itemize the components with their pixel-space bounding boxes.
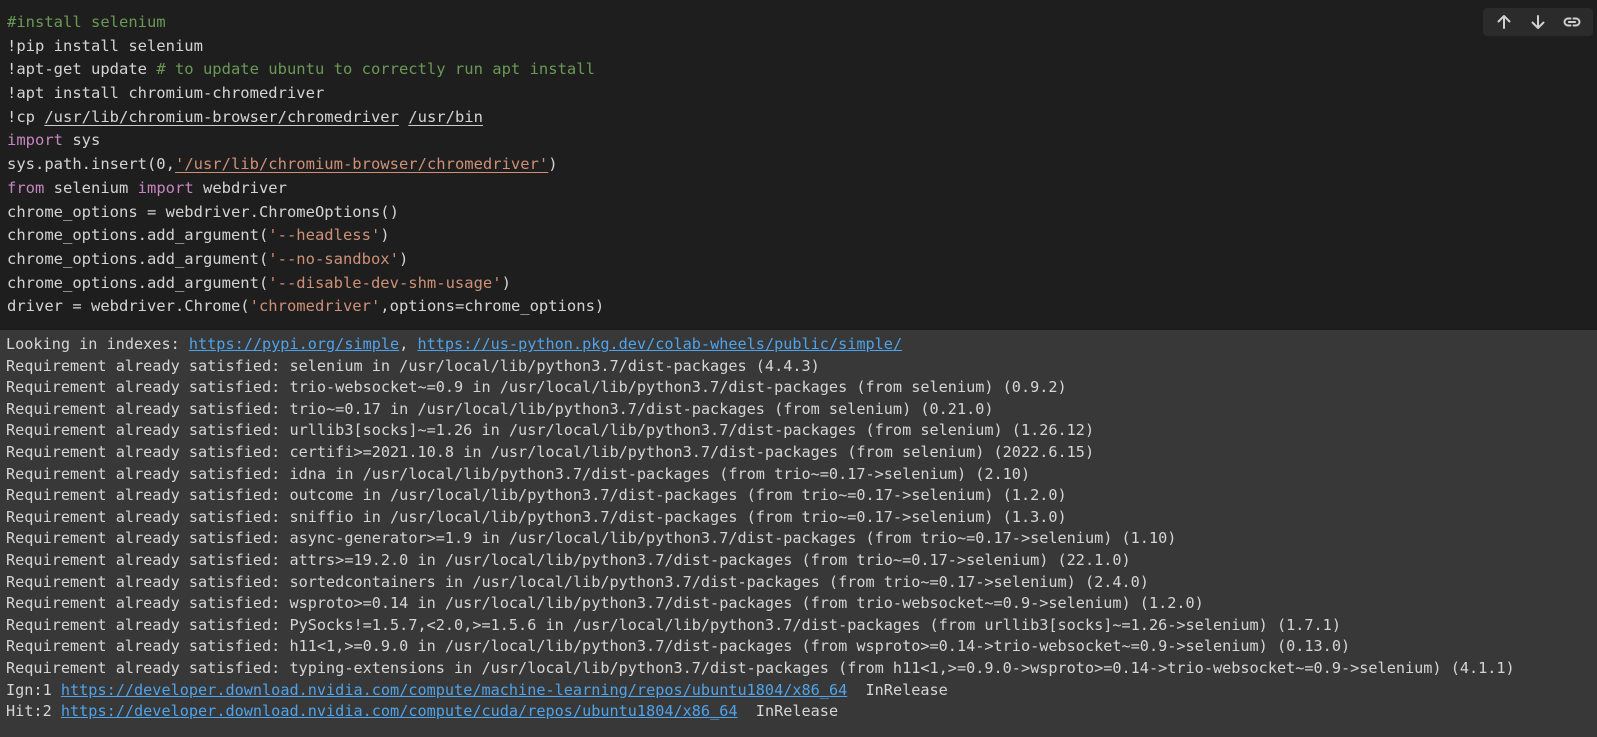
output-line: Hit:2 https://developer.download.nvidia.…	[0, 701, 1597, 723]
code-line[interactable]: !pip install selenium	[0, 35, 1597, 59]
output-line: Requirement already satisfied: sniffio i…	[0, 507, 1597, 529]
arrow-down-icon	[1531, 15, 1545, 29]
code-line[interactable]: chrome_options.add_argument('--disable-d…	[0, 272, 1597, 296]
copy-link-button[interactable]	[1555, 8, 1589, 36]
code-token-plain: !apt install chromium-chromedriver	[7, 84, 325, 103]
output-link[interactable]: https://pypi.org/simple	[189, 335, 399, 353]
output-text: InRelease	[847, 680, 948, 699]
code-line[interactable]: chrome_options.add_argument('--no-sandbo…	[0, 248, 1597, 272]
code-token-string: '--disable-dev-shm-usage'	[268, 273, 502, 292]
code-token-plain: selenium	[44, 178, 138, 197]
output-text: Requirement already satisfied: wsproto>=…	[6, 594, 1204, 613]
output-text: Requirement already satisfied: sortedcon…	[6, 572, 1149, 591]
code-token-path: /usr/lib/chromium-browser/chromedriver	[44, 107, 399, 126]
output-line: Requirement already satisfied: selenium …	[0, 356, 1597, 378]
code-editor[interactable]: #install selenium !pip install selenium !a…	[0, 11, 1597, 319]
output-text: Ign:1	[6, 680, 61, 699]
output-text: ,	[399, 335, 418, 353]
code-token-plain: sys	[63, 131, 101, 150]
output-line: Requirement already satisfied: idna in /…	[0, 464, 1597, 486]
code-line[interactable]: !apt-get update # to update ubuntu to co…	[0, 58, 1597, 82]
output-link[interactable]: https://us-python.pkg.dev/colab-wheels/p…	[417, 335, 902, 353]
output-link[interactable]: https://developer.download.nvidia.com/co…	[61, 681, 847, 699]
code-line[interactable]: driver = webdriver.Chrome('chromedriver'…	[0, 295, 1597, 319]
code-token-comment: # to update ubuntu to correctly run apt …	[156, 60, 595, 79]
code-line[interactable]: chrome_options = webdriver.ChromeOptions…	[0, 201, 1597, 225]
code-token-plain: )	[398, 249, 409, 268]
code-line[interactable]: !cp /usr/lib/chromium-browser/chromedriv…	[0, 106, 1597, 130]
code-line[interactable]: #install selenium	[0, 11, 1597, 35]
code-token-keyword: import	[7, 131, 63, 150]
code-token-plain: chrome_options.add_argument(	[7, 249, 269, 268]
code-token-plain: chrome_options = webdriver.ChromeOptions…	[7, 202, 399, 221]
arrow-up-icon	[1497, 15, 1511, 29]
output-line: Requirement already satisfied: sortedcon…	[0, 572, 1597, 594]
move-cell-up-button[interactable]	[1487, 8, 1521, 36]
output-line: Requirement already satisfied: h11<1,>=0…	[0, 636, 1597, 658]
link-icon	[1563, 17, 1581, 27]
code-token-keyword: from	[7, 178, 45, 197]
code-token-keyword: import	[137, 178, 194, 197]
code-line[interactable]: sys.path.insert(0,'/usr/lib/chromium-bro…	[0, 153, 1597, 177]
code-line[interactable]: chrome_options.add_argument('--headless'…	[0, 224, 1597, 248]
output-line: Requirement already satisfied: trio-webs…	[0, 377, 1597, 399]
output-link[interactable]: https://developer.download.nvidia.com/co…	[61, 702, 738, 720]
output-text: Requirement already satisfied: idna in /…	[6, 464, 1031, 483]
output-line: Requirement already satisfied: urllib3[s…	[0, 420, 1597, 442]
code-token-comment: #install selenium	[7, 13, 166, 31]
output-text: Hit:2	[6, 702, 61, 721]
code-token-string: 'chromedriver'	[249, 297, 381, 316]
code-token-path: /usr/bin	[408, 107, 483, 126]
output-line: Requirement already satisfied: PySocks!=…	[0, 615, 1597, 637]
output-text: Looking in indexes:	[6, 335, 189, 353]
move-cell-down-button[interactable]	[1521, 8, 1555, 36]
output-line: Requirement already satisfied: certifi>=…	[0, 442, 1597, 464]
code-token-plain: !apt-get update	[7, 60, 157, 79]
cell-output: Looking in indexes: https://pypi.org/sim…	[0, 334, 1597, 737]
output-line: Requirement already satisfied: attrs>=19…	[0, 550, 1597, 572]
code-line[interactable]: import sys	[0, 129, 1597, 153]
output-line: Looking in indexes: https://pypi.org/sim…	[0, 334, 1597, 356]
code-token-plain: chrome_options.add_argument(	[7, 273, 269, 292]
code-cell[interactable]: #install selenium !pip install selenium !a…	[0, 0, 1597, 330]
output-text: Requirement already satisfied: trio~=0.1…	[6, 399, 994, 418]
output-text: Requirement already satisfied: h11<1,>=0…	[6, 637, 1351, 656]
output-text: Requirement already satisfied: certifi>=…	[6, 442, 1095, 461]
output-text: Requirement already satisfied: trio-webs…	[6, 378, 1067, 397]
output-text: InRelease	[737, 702, 839, 721]
code-token-plain: driver = webdriver.Chrome(	[7, 297, 250, 316]
code-token-plain: )	[548, 155, 558, 174]
code-token-plain: ,options=chrome_options)	[380, 297, 605, 316]
code-token-plain: webdriver	[193, 178, 287, 197]
output-text: Requirement already satisfied: selenium …	[6, 356, 820, 375]
code-token-plain: chrome_options.add_argument(	[7, 226, 269, 245]
cell-toolbar	[1483, 8, 1593, 36]
code-line[interactable]: from selenium import webdriver	[0, 177, 1597, 201]
code-token-plain: )	[501, 273, 511, 292]
code-line[interactable]: !apt install chromium-chromedriver	[0, 82, 1597, 106]
code-token-stringpath: '/usr/lib/chromium-browser/chromedriver'	[174, 155, 549, 174]
output-line: Requirement already satisfied: trio~=0.1…	[0, 399, 1597, 421]
output-text: Requirement already satisfied: attrs>=19…	[6, 550, 1131, 569]
output-line: Requirement already satisfied: outcome i…	[0, 485, 1597, 507]
output-line: Requirement already satisfied: async-gen…	[0, 528, 1597, 550]
output-text: Requirement already satisfied: PySocks!=…	[6, 615, 1341, 634]
output-line: Requirement already satisfied: wsproto>=…	[0, 593, 1597, 615]
code-token-plain: !cp	[7, 107, 45, 126]
output-text: Requirement already satisfied: sniffio i…	[6, 507, 1067, 526]
output-text: Requirement already satisfied: urllib3[s…	[6, 421, 1095, 440]
output-line: Requirement already satisfied: typing-ex…	[0, 658, 1597, 680]
code-token-plain: )	[380, 226, 390, 245]
output-line: Ign:1 https://developer.download.nvidia.…	[0, 680, 1597, 702]
code-token-string: '--headless'	[268, 226, 381, 245]
output-text: Requirement already satisfied: typing-ex…	[6, 658, 1515, 677]
output-text: Requirement already satisfied: async-gen…	[6, 529, 1177, 548]
code-token-plain: !pip install selenium	[7, 36, 203, 55]
code-token-string: '--no-sandbox'	[268, 249, 399, 268]
output-text: Requirement already satisfied: outcome i…	[6, 486, 1067, 505]
code-token-plain: sys.path.insert(0,	[7, 155, 175, 174]
